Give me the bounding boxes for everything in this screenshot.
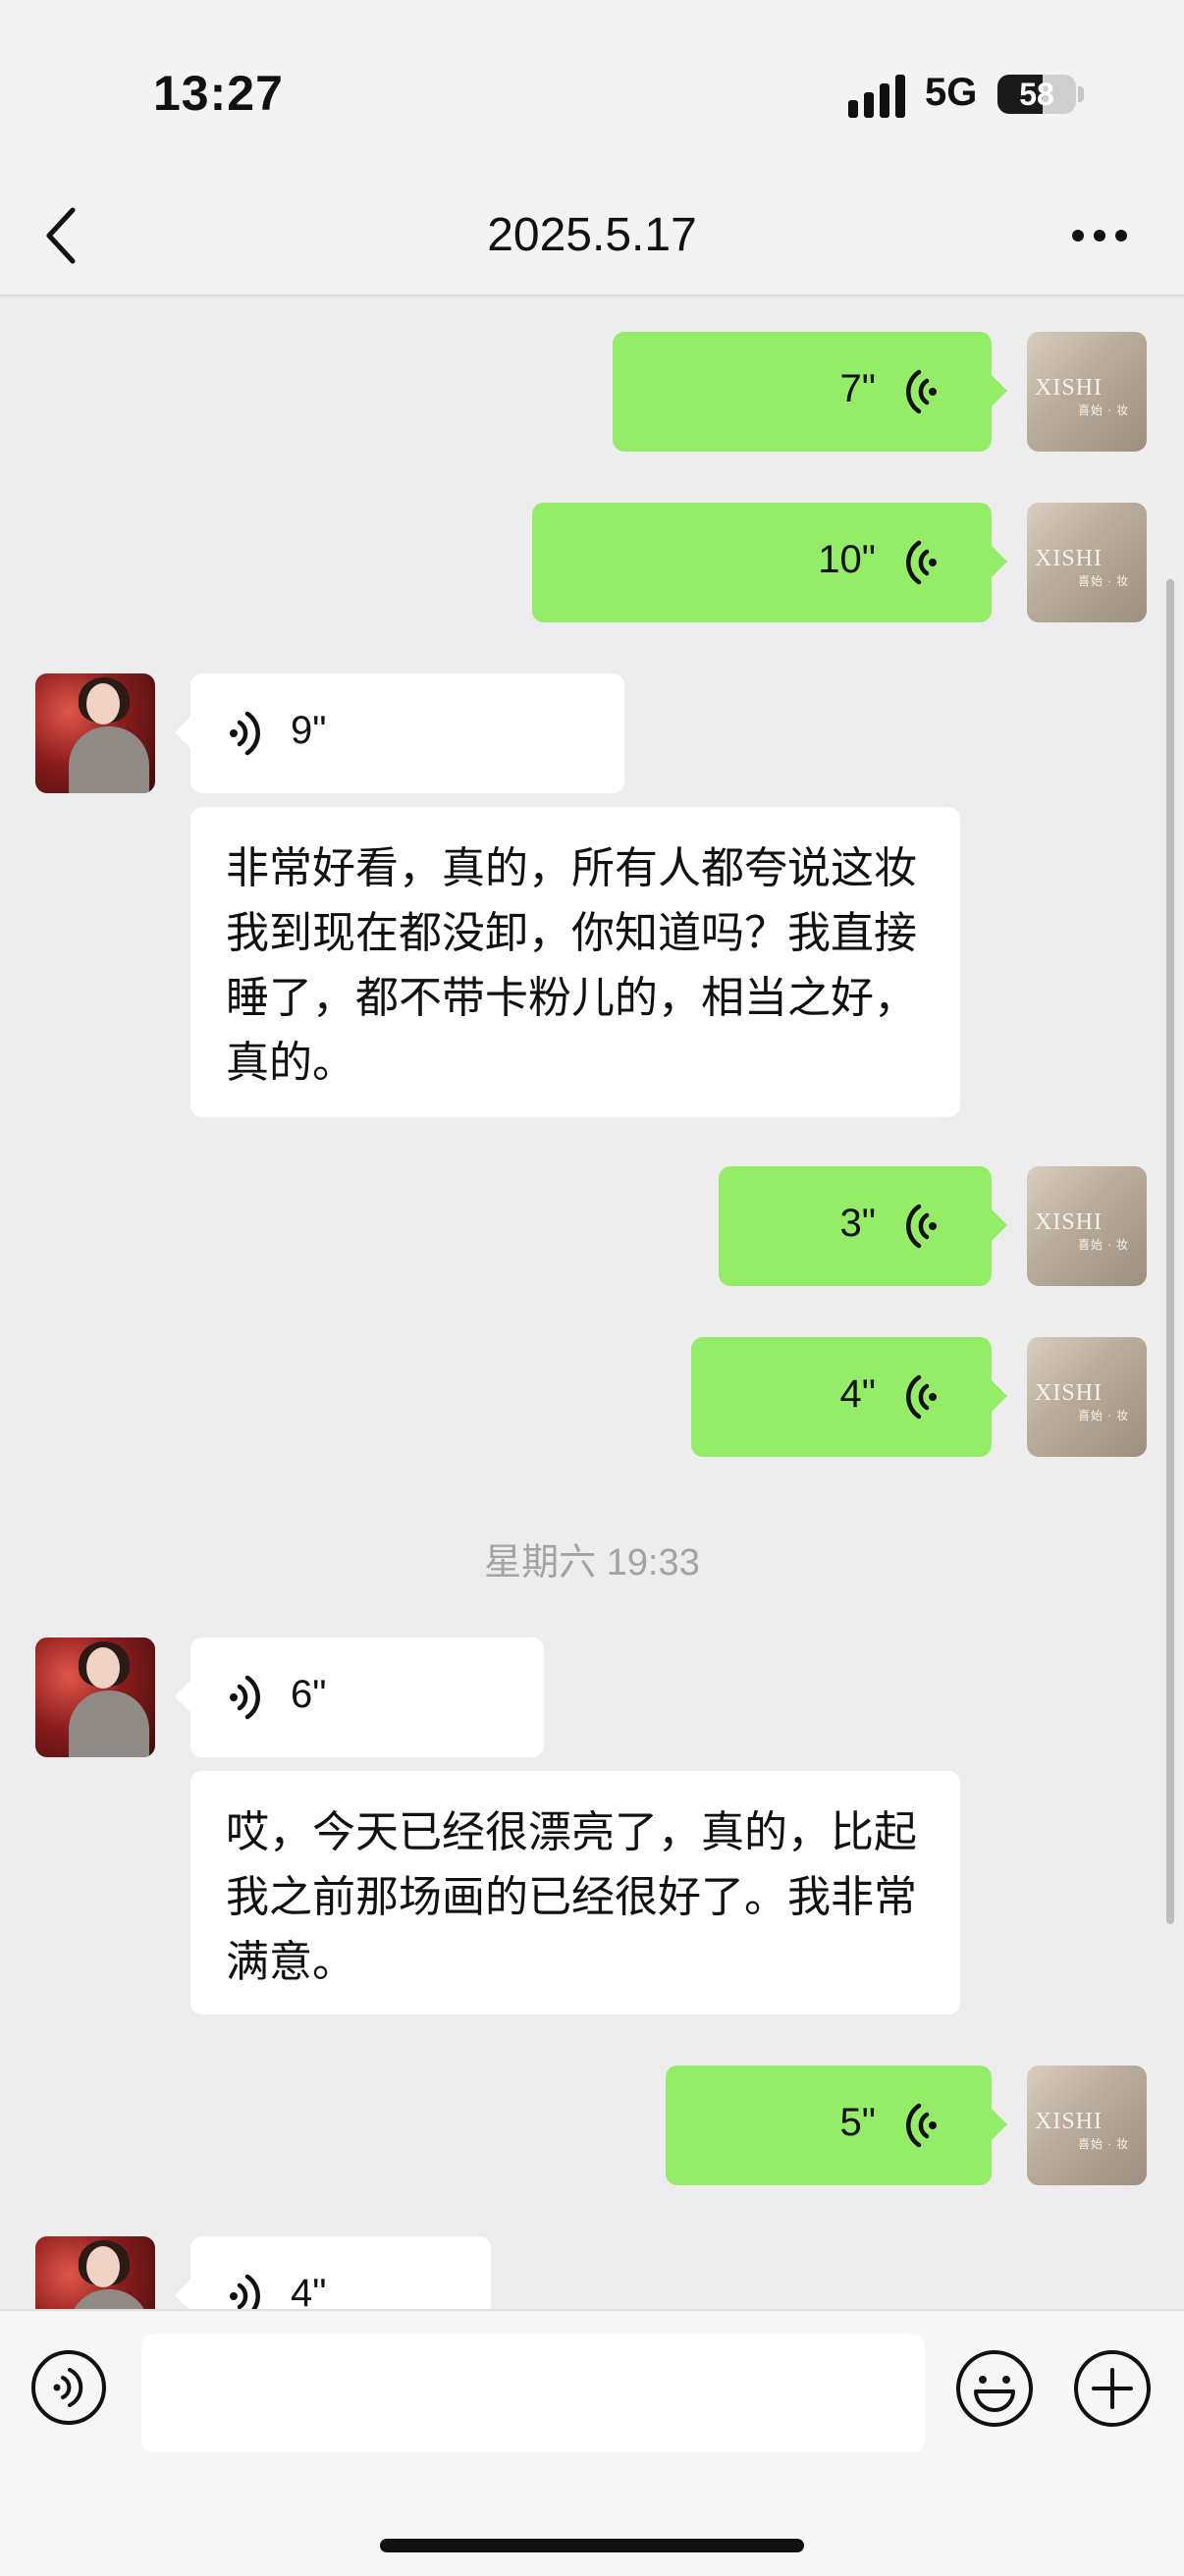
avatar-logo-subtext: 喜始 · 妆	[1078, 574, 1129, 588]
voice-wave-icon	[906, 1204, 937, 1249]
message-input[interactable]	[141, 2334, 925, 2452]
avatar-logo-text: XISHI	[1035, 1209, 1103, 1235]
chat-title: 2025.5.17	[487, 209, 697, 261]
message-timestamp: 星期六 19:33	[484, 1542, 700, 1583]
voice-mode-icon[interactable]	[29, 2348, 108, 2427]
status-time: 13:27	[153, 66, 284, 121]
voice-wave-icon	[906, 1374, 937, 1420]
contact-avatar[interactable]	[35, 1637, 155, 1757]
voice-message-received[interactable]: 9"	[175, 673, 624, 793]
voice-message-sent[interactable]: 7"	[613, 332, 1007, 452]
avatar-logo-subtext: 喜始 · 妆	[1078, 2137, 1129, 2151]
battery-icon: 58	[997, 75, 1076, 114]
avatar-logo-text: XISHI	[1035, 546, 1103, 571]
voice-message-sent[interactable]: 4"	[691, 1337, 1007, 1457]
avatar-logo-subtext: 喜始 · 妆	[1078, 1409, 1129, 1422]
voice-wave-icon	[230, 711, 260, 756]
voice-wave-icon	[906, 2103, 937, 2148]
my-avatar[interactable]: XISHI 喜始 · 妆	[1027, 2066, 1147, 2185]
home-indicator[interactable]	[380, 2539, 804, 2552]
voice-message-sent[interactable]: 10"	[532, 503, 1007, 622]
avatar-logo-text: XISHI	[1035, 375, 1103, 401]
avatar-logo-text: XISHI	[1035, 1380, 1103, 1406]
more-dots-icon[interactable]	[1070, 228, 1129, 243]
input-bar	[0, 2309, 1184, 2576]
avatar-logo-subtext: 喜始 · 妆	[1078, 403, 1129, 417]
voice-duration: 6"	[291, 1673, 327, 1716]
scrollbar[interactable]	[1166, 579, 1174, 1924]
voice-duration: 4"	[839, 1372, 876, 1416]
my-avatar[interactable]: XISHI 喜始 · 妆	[1027, 503, 1147, 622]
network-type: 5G	[925, 71, 978, 114]
voice-wave-icon	[230, 1675, 260, 1720]
voice-message-received[interactable]: 6"	[175, 1637, 544, 1757]
voice-transcript-text: 非常好看，真的，所有人都夸说这妆我到现在都没卸，你知道吗？我直接睡了，都不带卡粉…	[190, 807, 960, 1117]
battery-level: 58	[1019, 77, 1054, 112]
voice-message-sent[interactable]: 3"	[719, 1166, 1007, 1286]
my-avatar[interactable]: XISHI 喜始 · 妆	[1027, 1166, 1147, 1286]
voice-message-sent[interactable]: 5"	[666, 2066, 1007, 2185]
voice-duration: 10"	[818, 538, 876, 581]
signal-icon	[848, 75, 905, 118]
avatar-logo-subtext: 喜始 · 妆	[1078, 1238, 1129, 1252]
voice-wave-icon	[906, 369, 937, 414]
contact-avatar[interactable]	[35, 673, 155, 793]
voice-wave-icon	[906, 540, 937, 585]
avatar-logo-text: XISHI	[1035, 2109, 1103, 2134]
voice-transcript-text: 哎，今天已经很漂亮了，真的，比起我之前那场画的已经很好了。我非常满意。	[190, 1771, 960, 2014]
voice-duration: 7"	[839, 367, 876, 410]
voice-duration: 5"	[839, 2101, 876, 2144]
voice-duration: 3"	[839, 1202, 876, 1245]
voice-duration: 9"	[291, 709, 327, 752]
my-avatar[interactable]: XISHI 喜始 · 妆	[1027, 332, 1147, 452]
plus-icon[interactable]	[1072, 2348, 1153, 2429]
emoji-icon[interactable]	[954, 2348, 1035, 2429]
chat-header: 2025.5.17	[0, 177, 1184, 296]
my-avatar[interactable]: XISHI 喜始 · 妆	[1027, 1337, 1147, 1457]
status-bar: 13:27 5G 58	[0, 0, 1184, 177]
